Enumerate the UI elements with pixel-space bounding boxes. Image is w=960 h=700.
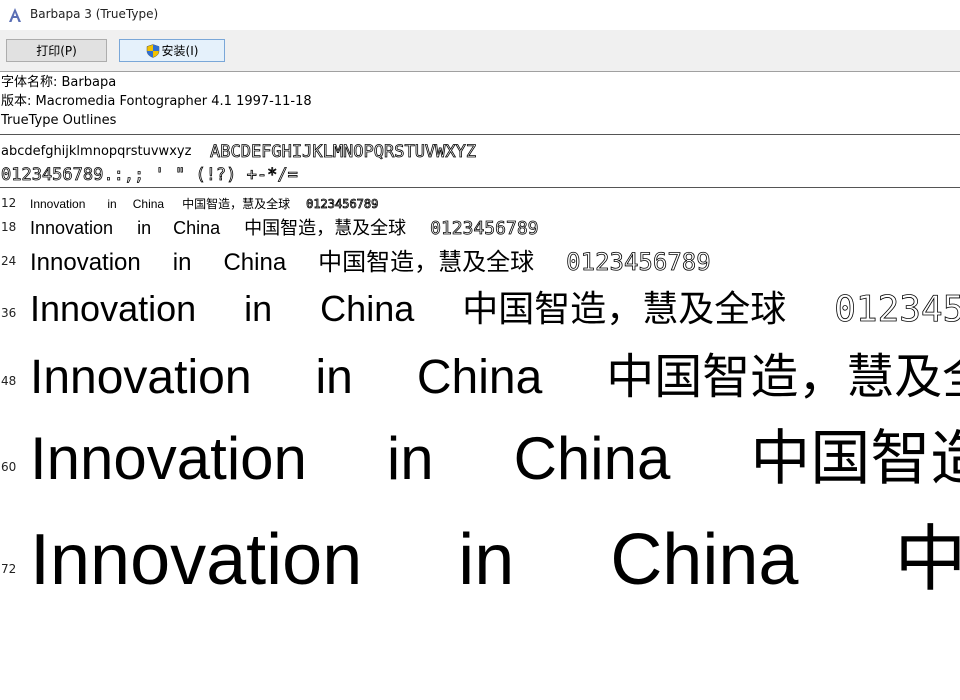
sample-row-12: 12 Innovation in China 中国智造，慧及全球 0123456789 (0, 194, 960, 212)
sample-word: China (610, 520, 799, 592)
title-bar: Barbapa 3 (TrueType) (0, 0, 960, 30)
size-label: 18 (1, 220, 17, 234)
sample-digits: 0123456789 (834, 289, 960, 331)
font-name-line: 字体名称: Barbapa (1, 75, 117, 90)
sample-text: Innovation in China 中国智造，慧及全球 0123456789 (30, 214, 539, 240)
sample-word: China (416, 351, 543, 402)
sample-text: Innovation in China 中国智造，慧及全球 0123456789 (30, 195, 379, 212)
install-button-label: 安装(I) (161, 44, 199, 58)
install-button[interactable]: 安装(I) (119, 39, 225, 62)
size-label: 48 (1, 374, 17, 388)
font-info: 字体名称: Barbapa 版本: Macromedia Fontographe… (0, 73, 960, 130)
sample-word: China (223, 249, 287, 276)
sample-cjk: 中国智造，慧及全球 (318, 248, 535, 276)
sample-digits: 0123456789 (430, 218, 539, 240)
lowercase-sample: abcdefghijklmnopqrstuvwxyz (1, 144, 192, 159)
sample-row-18: 18 Innovation in China 中国智造，慧及全球 0123456789 (0, 212, 960, 240)
sample-row-72: 72 InnovationinChina中国智造，慧及全球0123456789 (0, 492, 960, 592)
sample-word: in (244, 288, 273, 329)
sample-digits: 0123456789 (566, 248, 711, 276)
sample-word: Innovation (30, 218, 114, 238)
sample-word: China (132, 197, 165, 211)
uppercase-sample: ABCDEFGHIJKLMNOPQRSTUVWXYZ (210, 142, 477, 163)
sample-text: Innovation in China 中国智造，慧及全球 0123456789 (30, 242, 711, 276)
size-label: 72 (1, 562, 17, 576)
size-label: 12 (1, 196, 17, 210)
toolbar: 打印(P) 安装(I) (0, 30, 960, 72)
sample-row-24: 24 Innovation in China 中国智造，慧及全球 0123456789 (0, 240, 960, 276)
sample-cjk: 中国智造，慧及全球 (606, 349, 960, 402)
sample-row-36: 36 Innovation in China 中国智造，慧及全球 0123456789 (0, 276, 960, 332)
sample-row-60: 60 InnovationinChina中国智造，慧及全球0123456789 (0, 402, 960, 492)
window-title: Barbapa 3 (TrueType) (30, 7, 159, 21)
sample-word: in (107, 197, 117, 211)
sample-cjk: 中国智造，慧及全球 (462, 289, 787, 330)
sample-text: InnovationinChina中国智造，慧及全球0123456789 (30, 337, 960, 402)
sample-word: Innovation (30, 520, 363, 592)
divider (0, 134, 960, 135)
sample-cjk: 中国智造，慧及全球 (182, 197, 291, 211)
font-version-line: 版本: Macromedia Fontographer 4.1 1997-11-… (1, 94, 312, 109)
sample-word: Innovation (30, 425, 307, 492)
sample-word: in (386, 425, 434, 492)
sample-text: InnovationinChina中国智造，慧及全球0123456789 (30, 500, 960, 592)
sample-word: Innovation (30, 197, 86, 211)
sample-word: Innovation (30, 249, 141, 276)
size-label: 36 (1, 306, 17, 320)
sample-row-48: 48 InnovationinChina中国智造，慧及全球0123456789 (0, 332, 960, 402)
sample-word: Innovation (30, 351, 252, 402)
sample-word: in (458, 520, 515, 592)
font-a-icon (9, 8, 21, 22)
sample-word: China (320, 288, 415, 329)
size-label: 60 (1, 460, 17, 474)
sample-word: in (315, 351, 353, 402)
digits-symbols-sample: 0123456789.:,; ' " (!?) +-*/= (1, 165, 299, 186)
sample-word: China (173, 218, 221, 238)
sample-digits: 0123456789 (306, 197, 379, 212)
sample-word: in (172, 249, 192, 276)
size-label: 24 (1, 254, 17, 268)
sample-cjk: 中国智造，慧及全球 (750, 424, 960, 492)
sample-word: Innovation (30, 288, 197, 329)
sample-text: InnovationinChina中国智造，慧及全球0123456789 (30, 410, 960, 492)
print-button[interactable]: 打印(P) (6, 39, 107, 62)
sample-word: China (513, 425, 671, 492)
sample-text: Innovation in China 中国智造，慧及全球 0123456789 (30, 280, 960, 332)
sample-word: in (137, 218, 152, 238)
sample-cjk: 中国智造，慧及全球 (244, 218, 407, 239)
sample-cjk: 中国智造，慧及全球 (894, 517, 960, 592)
print-button-label: 打印(P) (36, 44, 77, 58)
font-outline-line: TrueType Outlines (1, 113, 117, 128)
divider (0, 187, 960, 188)
shield-icon (146, 43, 159, 58)
